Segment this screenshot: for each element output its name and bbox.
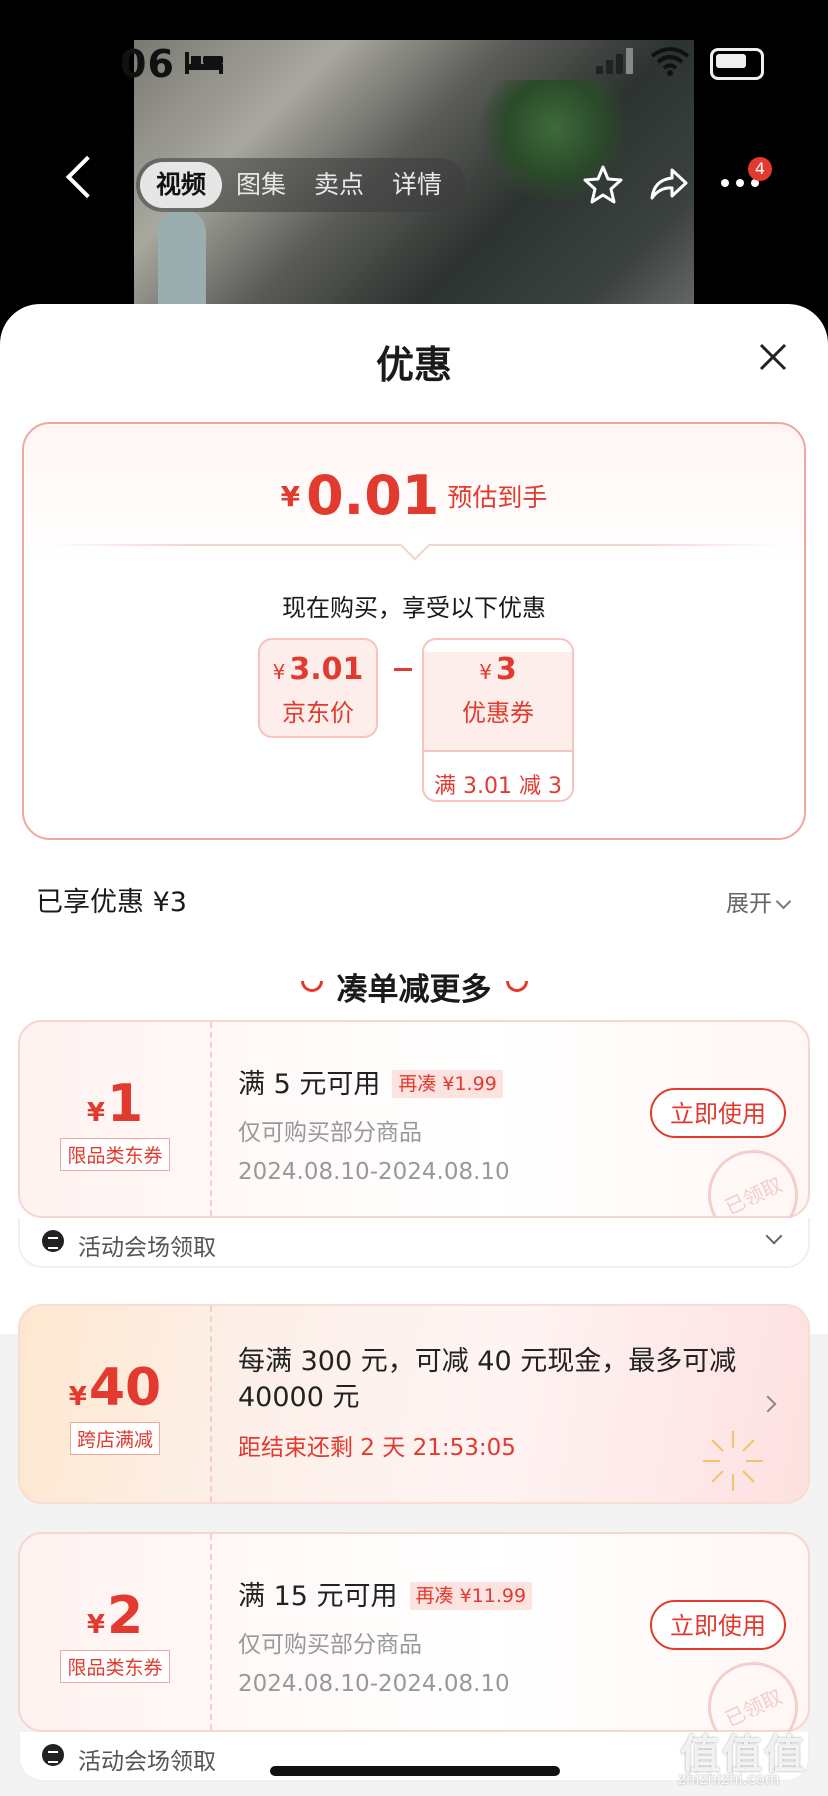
coupon-details: 每满 300 元，可减 40 元现金，最多可减 40000 元 距结束还剩 2 … (238, 1344, 778, 1462)
chevron-down-icon (765, 1227, 783, 1245)
coupon-type: 限品类东券 (60, 1138, 170, 1171)
enjoyed-discount: 已享优惠 ¥3 (36, 887, 187, 918)
firework-deco-icon (703, 1431, 763, 1491)
video-header: 06 视频 图集 卖点 详情 4 (0, 0, 828, 320)
coupon-condition: 满 5 元可用 (238, 1069, 381, 1100)
currency-symbol: ¥ (68, 1382, 87, 1412)
jd-price-box: ¥3.01 京东价 (258, 638, 378, 738)
chevron-down-icon (775, 893, 792, 910)
coupon-value-area: ¥1 限品类东券 (20, 1022, 212, 1216)
close-icon[interactable] (758, 342, 788, 372)
enjoy-text: 现在购买，享受以下优惠 (282, 594, 546, 622)
smile-deco-icon (300, 981, 323, 992)
final-price: 0.01 (306, 464, 440, 527)
expand-label: 展开 (726, 891, 772, 917)
favorite-star-icon[interactable] (583, 164, 623, 204)
coupon-details: 满 15 元可用 再凑 ¥11.99 仅可购买部分商品 2024.08.10-20… (238, 1574, 533, 1697)
back-icon[interactable] (65, 155, 109, 199)
coupon-source: 活动会场领取 (78, 1235, 216, 1261)
wifi-icon (650, 47, 690, 76)
source-icon (42, 1230, 64, 1252)
price-summary-card: ¥0.01 预估到手 现在购买，享受以下优惠 ¥3.01 京东价 ¥3 优惠券 满… (22, 422, 806, 840)
coupon-source-row[interactable]: 活动会场领取 (18, 1218, 810, 1268)
status-time: 06 (120, 42, 175, 86)
source-icon (42, 1744, 64, 1766)
coupon-source: 活动会场领取 (78, 1749, 216, 1775)
currency-symbol: ¥ (86, 1610, 105, 1640)
use-now-button[interactable]: 立即使用 (650, 1600, 786, 1650)
discount-sheet: 优惠 ¥0.01 预估到手 现在购买，享受以下优惠 ¥3.01 京东价 ¥3 优惠… (0, 304, 828, 1796)
coupon-amount: 40 (88, 1358, 162, 1418)
tab-details[interactable]: 详情 (378, 158, 456, 212)
coupon-card: ¥1 限品类东券 满 5 元可用 再凑 ¥1.99 仅可购买部分商品 2024.0… (18, 1020, 813, 1255)
estimated-price: ¥0.01 预估到手 (24, 464, 804, 527)
coupon-value: 3 (495, 652, 517, 687)
use-now-button[interactable]: 立即使用 (650, 1088, 786, 1138)
coupon-validity: 2024.08.10-2024.08.10 (238, 1159, 510, 1185)
coupon-type: 跨店满减 (69, 1422, 160, 1455)
sleep-icon (185, 52, 223, 74)
coupon-card: ¥2 限品类东券 满 15 元可用 再凑 ¥11.99 仅可购买部分商品 2024… (18, 1532, 813, 1767)
section-title-text: 凑单减更多 (336, 972, 492, 1008)
currency-symbol: ¥ (86, 1098, 105, 1128)
coupon-validity: 2024.08.10-2024.08.10 (238, 1671, 510, 1697)
smile-deco-icon (505, 981, 528, 992)
coupon-details: 满 5 元可用 再凑 ¥1.99 仅可购买部分商品 2024.08.10-2024… (238, 1062, 510, 1185)
currency-symbol: ¥ (280, 480, 301, 513)
coupon-amount: 1 (106, 1074, 144, 1134)
cellular-signal-icon (596, 48, 633, 74)
coupon-value-area: ¥40 跨店满减 (20, 1306, 212, 1502)
sheet-title: 优惠 (375, 343, 452, 387)
home-indicator[interactable] (270, 1766, 560, 1776)
need-more-tag: 再凑 ¥11.99 (409, 1582, 533, 1610)
tab-gallery[interactable]: 图集 (222, 158, 300, 212)
coupon-scope: 仅可购买部分商品 (238, 1632, 422, 1658)
battery-icon (710, 48, 764, 80)
jd-price-value: 3.01 (289, 652, 364, 687)
need-more-tag: 再凑 ¥1.99 (392, 1070, 503, 1098)
currency-symbol: ¥ (479, 660, 492, 684)
media-tabs: 视频 图集 卖点 详情 (136, 158, 466, 212)
coupon-scope: 仅可购买部分商品 (238, 1120, 422, 1146)
countdown-timer: 距结束还剩 2 天 21:53:05 (238, 1435, 516, 1461)
coupon-condition: 满 15 元可用 (238, 1581, 398, 1612)
coupon-condition: 满 3.01 减 3 (434, 774, 562, 799)
expand-button[interactable]: 展开 (726, 884, 792, 918)
notification-badge: 4 (748, 157, 772, 181)
coupon-amount: 2 (106, 1586, 144, 1646)
tab-video[interactable]: 视频 (140, 162, 223, 208)
jd-price-label: 京东价 (282, 699, 354, 727)
section-title: 凑单减更多 (0, 964, 828, 1009)
coupon-type: 限品类东券 (60, 1650, 170, 1683)
coupon-label: 优惠券 (462, 699, 534, 727)
discount-description: 每满 300 元，可减 40 元现金，最多可减 40000 元 (238, 1346, 737, 1413)
watermark-url: zhizhizhi.com (678, 1770, 780, 1788)
final-price-label: 预估到手 (447, 483, 548, 512)
coupon-value-area: ¥2 限品类东券 (20, 1534, 212, 1730)
tab-selling-points[interactable]: 卖点 (300, 158, 378, 212)
currency-symbol: ¥ (272, 660, 286, 684)
divider-notch (399, 529, 431, 561)
cross-store-discount-card[interactable]: ¥40 跨店满减 每满 300 元，可减 40 元现金，最多可减 40000 元… (18, 1304, 810, 1504)
share-icon[interactable] (648, 166, 688, 202)
minus-sign (394, 668, 412, 671)
coupon-box: ¥3 优惠券 满 3.01 减 3 (422, 638, 574, 802)
